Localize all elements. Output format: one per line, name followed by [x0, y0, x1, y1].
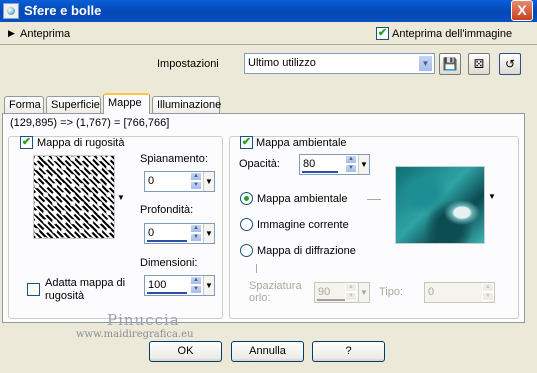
watermark-name: Pinuccia [107, 311, 180, 329]
env-map-checkbox[interactable]: ✔ [240, 136, 253, 149]
reset-icon: ↺ [504, 57, 516, 71]
cancel-button[interactable]: Annulla [231, 341, 304, 362]
depth-stepper[interactable]: 0 ▲ ▼ ▼ [144, 223, 215, 244]
spin-down-icon[interactable]: ▼ [482, 292, 494, 301]
type-label: Tipo: [379, 286, 404, 298]
title-bar: Sfere e bolle X [0, 0, 537, 22]
spin-down-icon[interactable]: ▼ [190, 285, 202, 294]
tab-illuminazione[interactable]: Illuminazione [152, 96, 222, 114]
env-map-thumbnail[interactable] [395, 166, 485, 244]
bump-map-thumbnail[interactable] [33, 155, 115, 239]
tab-superficie[interactable]: Superficie [46, 96, 101, 114]
close-icon: X [517, 2, 527, 18]
type-stepper[interactable]: 0 ▲ ▼ [424, 282, 495, 303]
chevron-down-icon[interactable]: ▼ [203, 224, 214, 243]
fit-bump-map-checkbox[interactable] [27, 283, 40, 296]
spin-up-icon[interactable]: ▲ [190, 276, 202, 285]
chevron-down-icon[interactable]: ▼ [203, 276, 214, 295]
opacity-label: Opacità: [239, 158, 280, 170]
tab-mappe-label: Mappe [108, 97, 142, 109]
connector-line [256, 264, 257, 273]
watermark-url: www.maidiregrafica.eu [76, 329, 194, 340]
divider [0, 44, 537, 45]
chevron-down-icon[interactable]: ▼ [358, 283, 369, 302]
type-value: 0 [428, 286, 435, 298]
tab-mappe[interactable]: Mappe [103, 93, 150, 114]
chevron-down-icon[interactable]: ▼ [203, 172, 214, 191]
settings-selected-value: Ultimo utilizzo [248, 57, 316, 69]
current-image-radio[interactable] [240, 218, 253, 231]
env-map-dropdown-icon[interactable]: ▼ [488, 192, 496, 201]
bump-map-dropdown-icon[interactable]: ▼ [117, 193, 125, 202]
size-label: Dimensioni: [140, 257, 198, 269]
tab-forma-label: Forma [9, 99, 41, 111]
opacity-slider-bar [302, 171, 338, 173]
env-map-radio-label: Mappa ambientale [257, 193, 348, 205]
spacing-label-line1: Spaziatura [249, 280, 302, 292]
bump-map-checkbox[interactable]: ✔ [20, 136, 33, 149]
size-slider-bar [147, 292, 187, 294]
smoothing-stepper[interactable]: 0 ▲ ▼ ▼ [144, 171, 215, 192]
tab-forma[interactable]: Forma [4, 96, 44, 114]
random-preset-button[interactable]: ⚄ [468, 53, 490, 75]
smoothing-value: 0 [148, 175, 155, 187]
smoothing-label: Spianamento: [140, 153, 208, 165]
settings-select[interactable]: Ultimo utilizzo ▼ [244, 53, 435, 74]
opacity-value: 80 [303, 158, 316, 170]
spacing-stepper[interactable]: 90 ▲ ▼ ▼ [314, 282, 370, 303]
image-preview-label: Anteprima dell'immagine [392, 28, 513, 40]
spacing-slider-bar [317, 299, 345, 301]
chevron-right-icon[interactable]: ▶ [8, 28, 15, 39]
env-map-label: Mappa ambientale [256, 137, 347, 149]
preview-toggle[interactable]: Anteprima [20, 28, 70, 40]
chevron-down-icon[interactable]: ▼ [418, 55, 433, 72]
spacing-value: 90 [318, 286, 331, 298]
spin-up-icon[interactable]: ▲ [190, 172, 202, 181]
coords-readout: (129,895) => (1,767) = [766,766] [10, 117, 170, 129]
spin-down-icon[interactable]: ▼ [345, 164, 357, 173]
maps-panel: (129,895) => (1,767) = [766,766] ✔ Mappa… [2, 113, 525, 323]
depth-slider-bar [147, 240, 187, 242]
bump-map-label: Mappa di rugosità [37, 137, 125, 149]
size-value: 100 [148, 279, 167, 291]
diffraction-map-radio-label: Mappa di diffrazione [257, 245, 356, 257]
current-image-radio-label: Immagine corrente [257, 219, 349, 231]
connector-line [367, 199, 381, 200]
dice-icon: ⚄ [473, 57, 485, 71]
tab-superficie-label: Superficie [51, 99, 100, 111]
spin-down-icon[interactable]: ▼ [345, 292, 357, 301]
depth-label: Profondità: [140, 204, 194, 216]
fit-bump-map-label-line1: Adatta mappa di [45, 277, 126, 289]
save-preset-button[interactable]: 💾 [439, 53, 461, 75]
fit-bump-map-label-line2: rugosità [45, 290, 85, 302]
window-title: Sfere e bolle [24, 3, 102, 18]
tab-illuminazione-label: Illuminazione [157, 99, 222, 111]
spin-up-icon[interactable]: ▲ [345, 155, 357, 164]
env-map-radio[interactable] [240, 192, 253, 205]
chevron-down-icon[interactable]: ▼ [358, 155, 369, 174]
opacity-stepper[interactable]: 80 ▲ ▼ ▼ [299, 154, 370, 175]
spin-up-icon[interactable]: ▲ [190, 224, 202, 233]
image-preview-checkbox[interactable]: ✔ [376, 27, 389, 40]
close-button[interactable]: X [511, 0, 533, 21]
ok-button[interactable]: OK [149, 341, 222, 362]
diffraction-map-radio[interactable] [240, 244, 253, 257]
spin-up-icon[interactable]: ▲ [345, 283, 357, 292]
size-stepper[interactable]: 100 ▲ ▼ ▼ [144, 275, 215, 296]
help-button[interactable]: ? [312, 341, 385, 362]
floppy-disk-icon: 💾 [442, 57, 458, 71]
settings-label: Impostazioni [157, 58, 219, 70]
spin-down-icon[interactable]: ▼ [190, 233, 202, 242]
spin-up-icon[interactable]: ▲ [482, 283, 494, 292]
app-icon [3, 3, 19, 19]
spacing-label-line2: orlo: [249, 292, 271, 304]
spin-down-icon[interactable]: ▼ [190, 181, 202, 190]
depth-value: 0 [148, 227, 155, 239]
reset-preset-button[interactable]: ↺ [499, 53, 521, 75]
